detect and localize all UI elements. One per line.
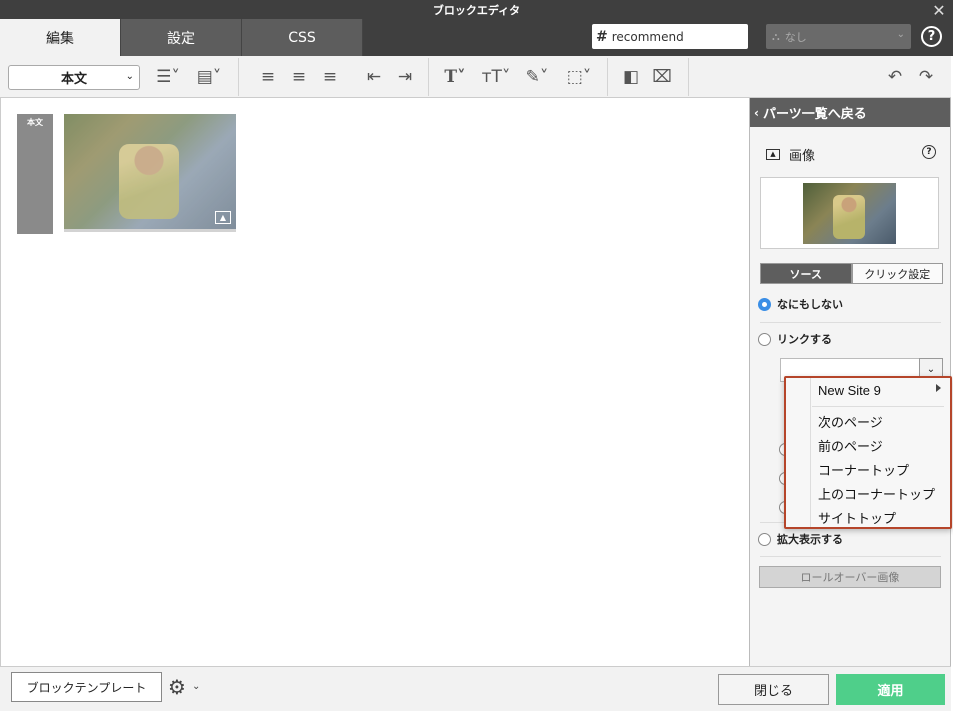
chevron-left-icon: ‹ bbox=[754, 105, 759, 120]
redo-icon[interactable]: ↷ bbox=[915, 66, 937, 88]
outdent-icon[interactable]: ⇤ bbox=[362, 66, 386, 88]
submenu-arrow-icon bbox=[936, 384, 941, 392]
close-button[interactable]: 閉じる bbox=[718, 674, 829, 705]
chevron-down-icon[interactable]: ⌄ bbox=[192, 681, 200, 692]
image-icon: ▲ bbox=[766, 149, 780, 160]
title-bar: ブロックエディタ ✕ 編集 設定 CSS # recommend ⛬ なし ⌄ … bbox=[0, 0, 953, 56]
menu-item-corner-top[interactable]: コーナートップ bbox=[818, 460, 909, 479]
option-link[interactable]: リンクする bbox=[758, 331, 832, 347]
radio-button[interactable] bbox=[758, 297, 771, 311]
panel-title-text: 画像 bbox=[789, 149, 816, 164]
option-none-label: なにもしない bbox=[777, 298, 843, 311]
gear-icon[interactable]: ⚙ bbox=[168, 675, 186, 699]
option-link-label: リンクする bbox=[777, 333, 832, 346]
image-preview[interactable] bbox=[760, 177, 939, 249]
class-select-value: なし bbox=[784, 30, 807, 44]
option-zoom-label: 拡大表示する bbox=[777, 533, 843, 546]
menu-item-parent-corner-top[interactable]: 上のコーナートップ bbox=[818, 484, 935, 503]
undo-icon[interactable]: ↶ bbox=[884, 66, 906, 88]
css-class-value: recommend bbox=[611, 29, 684, 44]
radio-button[interactable] bbox=[758, 332, 771, 346]
back-label: パーツ一覧へ戻る bbox=[762, 107, 867, 122]
toolbar-divider bbox=[688, 58, 689, 96]
photo-subject bbox=[833, 195, 865, 239]
editor-canvas[interactable]: 本文 ▲ bbox=[0, 98, 749, 666]
toolbar-divider bbox=[428, 58, 429, 96]
tab-click-settings[interactable]: クリック設定 bbox=[851, 263, 943, 284]
divider bbox=[760, 556, 941, 557]
text-box-icon[interactable]: ⬚˅ bbox=[560, 66, 598, 88]
tab-css[interactable]: CSS bbox=[242, 19, 363, 56]
align-center-icon[interactable]: ≡ bbox=[287, 66, 311, 88]
toolbar-divider bbox=[238, 58, 239, 96]
css-class-input[interactable]: # recommend bbox=[592, 24, 748, 49]
rollover-image-button[interactable]: ロールオーバー画像 bbox=[759, 566, 941, 588]
panel-subtabs: ソース クリック設定 bbox=[760, 263, 943, 284]
tab-edit[interactable]: 編集 bbox=[0, 19, 121, 56]
menu-item-site-top[interactable]: サイトトップ bbox=[818, 508, 896, 527]
chevron-down-icon: ⌄ bbox=[125, 71, 134, 82]
menu-item-previous-page[interactable]: 前のページ bbox=[818, 436, 883, 455]
toolbar-divider bbox=[607, 58, 608, 96]
menu-gutter bbox=[810, 378, 811, 527]
paragraph-style-value: 本文 bbox=[60, 72, 87, 87]
option-none[interactable]: なにもしない bbox=[758, 296, 843, 312]
paragraph-style-select[interactable]: 本文 ⌄ bbox=[8, 65, 140, 90]
apply-button[interactable]: 適用 bbox=[836, 674, 945, 705]
class-icon: ⛬ bbox=[772, 29, 780, 43]
chevron-down-icon: ⌄ bbox=[896, 29, 905, 40]
bullet-list-icon[interactable]: ☰˅ bbox=[150, 66, 186, 88]
menu-item-next-page[interactable]: 次のページ bbox=[818, 412, 883, 431]
photo-subject bbox=[119, 144, 179, 219]
tab-bar: 編集 設定 CSS bbox=[0, 19, 363, 56]
format-toolbar: 本文 ⌄ ☰˅ ▤˅ ≡ ≡ ≡ ⇤ ⇥ T˅ ᴛT˅ ✎˅ ⬚˅ ◧ ⌧ ↶ … bbox=[0, 56, 951, 98]
window-title: ブロックエディタ bbox=[432, 4, 521, 17]
divider bbox=[760, 322, 941, 323]
link-target-dropdown: New Site 9 次のページ 前のページ コーナートップ 上のコーナートップ… bbox=[784, 376, 952, 529]
back-to-parts-button[interactable]: ‹ パーツ一覧へ戻る bbox=[750, 98, 950, 127]
block-style-icon[interactable]: ▤˅ bbox=[190, 66, 228, 88]
align-right-icon[interactable]: ≡ bbox=[318, 66, 342, 88]
indent-icon[interactable]: ⇥ bbox=[393, 66, 417, 88]
preview-thumbnail bbox=[803, 183, 896, 244]
block-template-button[interactable]: ブロックテンプレート bbox=[11, 672, 162, 702]
block-type-label[interactable]: 本文 bbox=[17, 114, 53, 234]
help-icon[interactable]: ? bbox=[921, 26, 942, 47]
footer-bar: ブロックテンプレート ⚙ ⌄ 閉じる 適用 bbox=[0, 666, 951, 711]
color-picker-icon[interactable]: ✎˅ bbox=[519, 66, 555, 88]
radio-button[interactable] bbox=[758, 532, 771, 546]
image-block[interactable]: ▲ bbox=[64, 114, 236, 232]
text-size-icon[interactable]: ᴛT˅ bbox=[477, 66, 515, 88]
tab-settings[interactable]: 設定 bbox=[121, 19, 242, 56]
align-left-icon[interactable]: ≡ bbox=[256, 66, 280, 88]
option-zoom[interactable]: 拡大表示する bbox=[758, 531, 843, 547]
class-select[interactable]: ⛬ なし ⌄ bbox=[766, 24, 911, 49]
clear-format-icon[interactable]: ⌧ bbox=[649, 66, 675, 88]
menu-divider bbox=[812, 406, 944, 407]
tab-source[interactable]: ソース bbox=[760, 263, 852, 284]
panel-title: ▲ 画像 bbox=[766, 145, 815, 164]
hash-icon: # bbox=[596, 28, 608, 45]
help-icon[interactable]: ? bbox=[922, 145, 936, 159]
font-size-icon[interactable]: T˅ bbox=[438, 66, 472, 88]
insert-block-icon[interactable]: ◧ bbox=[618, 66, 644, 88]
close-icon[interactable]: ✕ bbox=[931, 3, 947, 19]
image-icon: ▲ bbox=[215, 211, 231, 224]
menu-item-site[interactable]: New Site 9 bbox=[818, 383, 881, 398]
